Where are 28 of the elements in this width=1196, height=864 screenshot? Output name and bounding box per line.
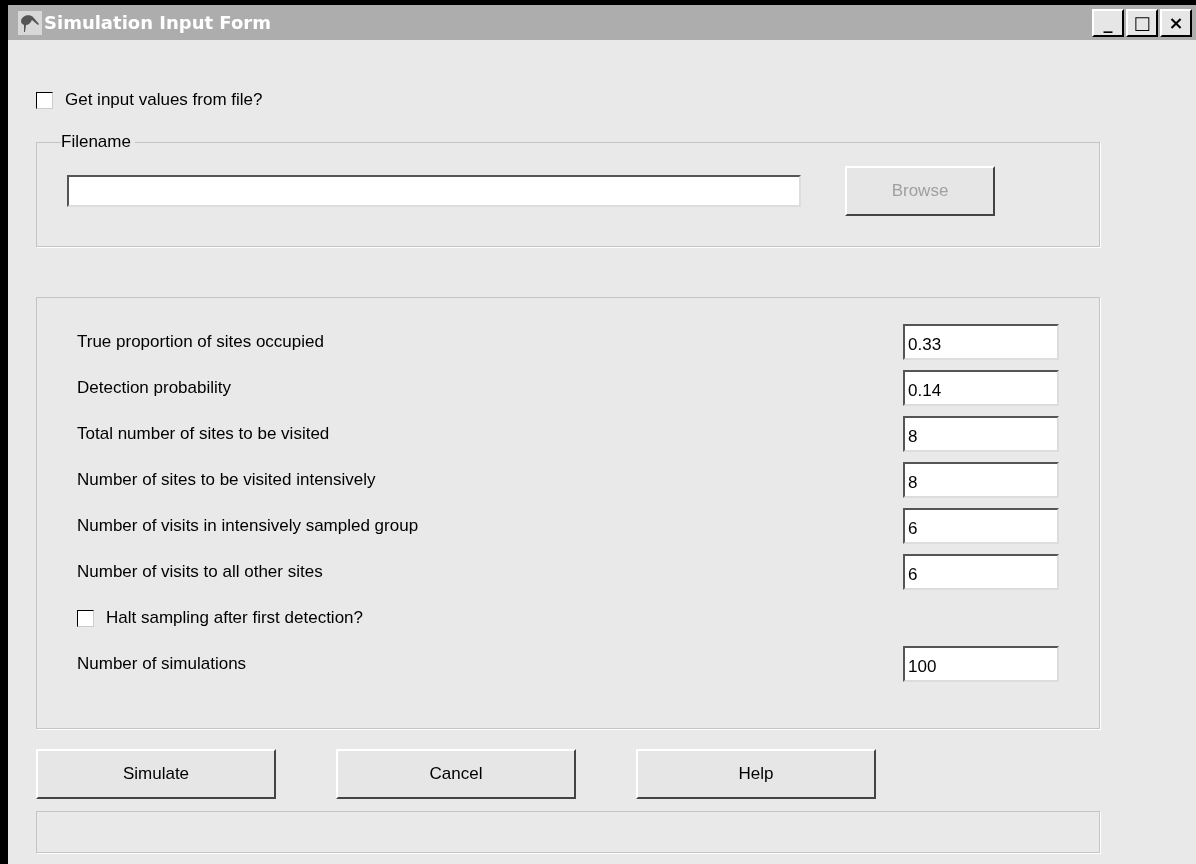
window-title: Simulation Input Form [44, 12, 271, 33]
filename-field[interactable] [67, 175, 801, 207]
group-title: Filename [61, 132, 132, 152]
minimize-button[interactable]: _ [1092, 8, 1124, 37]
checkbox-label: Get input values from file? [65, 90, 263, 110]
field-label: Number of visits to all other sites [77, 562, 323, 582]
close-button[interactable]: × [1160, 8, 1192, 37]
field-label: Detection probability [77, 378, 232, 398]
action-button[interactable]: Simulate [36, 749, 276, 799]
field-label: Number of visits in intensively sampled group [77, 516, 419, 536]
checkbox[interactable] [36, 91, 53, 109]
field-label: Total number of sites to be visited [77, 424, 330, 444]
field-label: True proportion of sites occupied [77, 332, 324, 352]
action-button[interactable]: Help [636, 749, 876, 799]
value-field[interactable]: 6 [903, 508, 1059, 544]
value-field[interactable]: 8 [903, 416, 1059, 452]
bird-icon [18, 10, 42, 35]
value-field[interactable]: 0.33 [903, 324, 1059, 360]
action-button[interactable]: Cancel [336, 749, 576, 799]
field-label: Number of simulations [77, 654, 247, 674]
maximize-button[interactable]: □ [1126, 8, 1158, 37]
field-label: Number of sites to be visited intensively [77, 470, 376, 490]
value-field[interactable]: 100 [903, 646, 1059, 682]
value-field[interactable]: 8 [903, 462, 1059, 498]
value-field[interactable]: 0.14 [903, 370, 1059, 406]
checkbox-label: Halt sampling after first detection? [106, 608, 363, 628]
checkbox[interactable] [77, 609, 94, 627]
value-field[interactable]: 6 [903, 554, 1059, 590]
